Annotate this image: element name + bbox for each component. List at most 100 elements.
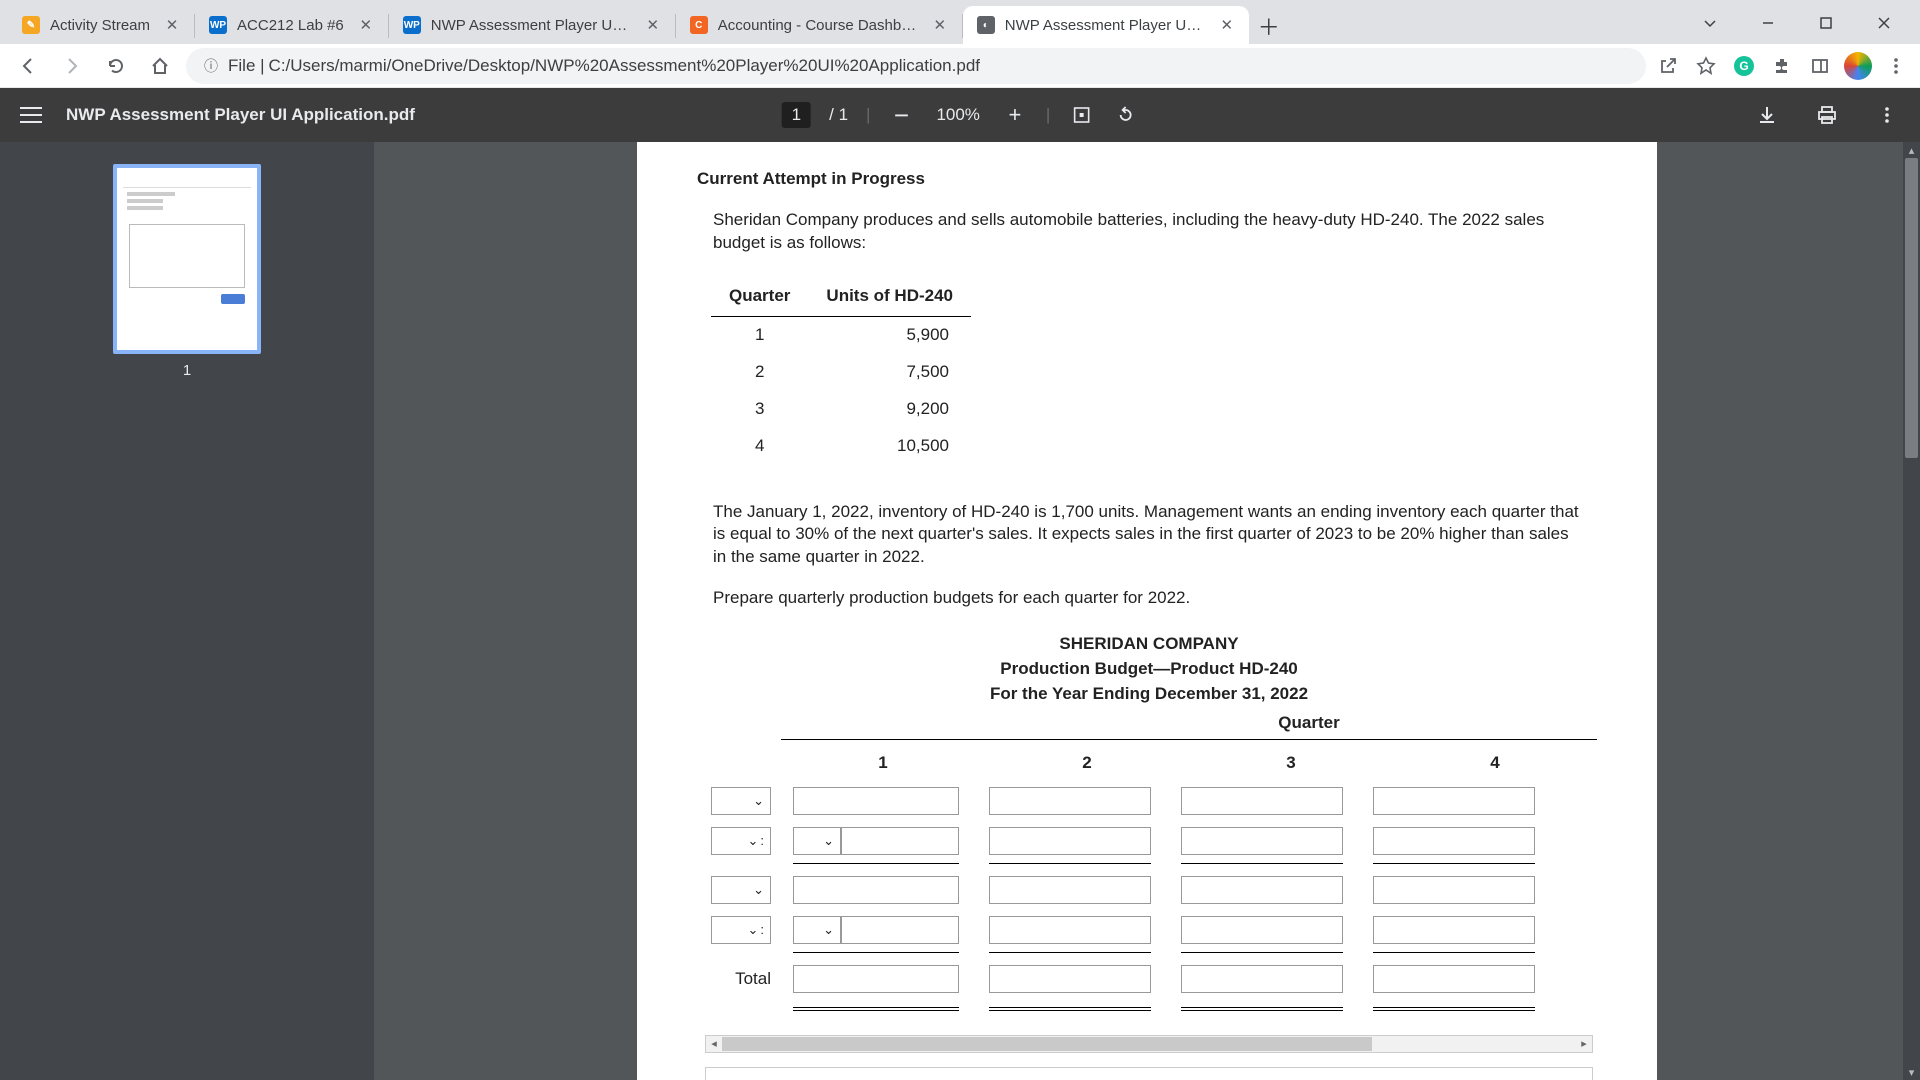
window-controls xyxy=(1682,6,1912,44)
pdf-more-menu-icon[interactable] xyxy=(1874,102,1900,128)
profile-avatar[interactable] xyxy=(1844,52,1872,80)
hscroll-left-arrow-icon[interactable]: ◂ xyxy=(706,1036,722,1052)
pdf-current-page-input[interactable]: 1 xyxy=(782,102,811,128)
nav-home-button[interactable] xyxy=(142,48,178,84)
tab-close-icon[interactable]: ✕ xyxy=(358,17,374,33)
tab-label: ACC212 Lab #6 xyxy=(237,17,344,34)
total-q2-input[interactable] xyxy=(989,965,1151,993)
sales-quarter-cell: 4 xyxy=(711,428,808,465)
zoom-in-button[interactable]: + xyxy=(1002,102,1028,128)
share-icon[interactable] xyxy=(1654,52,1682,80)
pdf-sidebar-toggle-icon[interactable] xyxy=(20,106,52,124)
pdf-page-total: / 1 xyxy=(829,105,848,125)
quarter-group-label: Quarter xyxy=(701,712,1597,735)
row3-q3-input[interactable] xyxy=(1181,876,1343,904)
row4-q4-input[interactable] xyxy=(1373,916,1535,944)
bookmark-star-icon[interactable] xyxy=(1692,52,1720,80)
row2-q1-sign-dropdown[interactable]: ⌄ xyxy=(793,827,841,855)
window-close-button[interactable] xyxy=(1856,6,1912,40)
row2-q3-input[interactable] xyxy=(1181,827,1343,855)
row3-label-dropdown[interactable]: ⌄ xyxy=(711,876,771,904)
sales-row-2: 27,500 xyxy=(711,354,971,391)
row1-q3-input[interactable] xyxy=(1181,787,1343,815)
col-head-4: 4 xyxy=(1393,746,1597,781)
tab-close-icon[interactable]: ✕ xyxy=(932,17,948,33)
total-q4-input[interactable] xyxy=(1373,965,1535,993)
production-budget-section: SHERIDAN COMPANY Production Budget—Produ… xyxy=(701,632,1597,1080)
pdf-page-area[interactable]: Current Attempt in Progress Sheridan Com… xyxy=(374,142,1920,1080)
window-maximize-button[interactable] xyxy=(1798,6,1854,40)
pdf-toolbar: NWP Assessment Player UI Application.pdf… xyxy=(0,88,1920,142)
row4-label-dropdown[interactable]: ⌄: xyxy=(711,916,771,944)
browser-tab-0[interactable]: ✎Activity Stream✕ xyxy=(8,6,194,44)
etextbook-accordion[interactable]: eTextbook and Media xyxy=(705,1067,1593,1080)
download-button[interactable] xyxy=(1754,102,1780,128)
budget-row-3: ⌄ xyxy=(701,876,1597,904)
row2-q2-input[interactable] xyxy=(989,827,1151,855)
fit-page-button[interactable] xyxy=(1068,102,1094,128)
horizontal-scrollbar[interactable]: ◂ ▸ xyxy=(705,1035,1593,1053)
hscroll-thumb[interactable] xyxy=(722,1037,1372,1051)
vertical-scrollbar[interactable]: ▴ ▾ xyxy=(1903,142,1920,1080)
total-q1-input[interactable] xyxy=(793,965,959,993)
side-panel-icon[interactable] xyxy=(1806,52,1834,80)
browser-tab-4[interactable]: ◐NWP Assessment Player UI Appli✕ xyxy=(963,6,1249,44)
tab-close-icon[interactable]: ✕ xyxy=(1219,17,1235,33)
grammarly-extension-icon[interactable]: G xyxy=(1730,52,1758,80)
browser-toolbar: ⓘ File | C:/Users/marmi/OneDrive/Desktop… xyxy=(0,44,1920,88)
print-button[interactable] xyxy=(1814,102,1840,128)
thumbnail-page-number: 1 xyxy=(183,362,191,379)
nav-back-button[interactable] xyxy=(10,48,46,84)
browser-tab-1[interactable]: WPACC212 Lab #6✕ xyxy=(195,6,388,44)
row4-q2-input[interactable] xyxy=(989,916,1151,944)
row1-q4-input[interactable] xyxy=(1373,787,1535,815)
extensions-icon[interactable] xyxy=(1768,52,1796,80)
browser-menu-icon[interactable] xyxy=(1882,52,1910,80)
zoom-out-button[interactable]: − xyxy=(888,102,914,128)
zoom-level[interactable]: 100% xyxy=(932,102,983,128)
tab-close-icon[interactable]: ✕ xyxy=(645,17,661,33)
sales-units-cell: 5,900 xyxy=(808,316,971,353)
pdf-page-1: Current Attempt in Progress Sheridan Com… xyxy=(637,142,1657,1080)
rotate-button[interactable] xyxy=(1112,102,1138,128)
hscroll-right-arrow-icon[interactable]: ▸ xyxy=(1576,1036,1592,1052)
row4-q1-sign-dropdown[interactable]: ⌄ xyxy=(793,916,841,944)
pdf-thumbnail-1[interactable] xyxy=(113,164,261,354)
sales-row-1: 15,900 xyxy=(711,316,971,353)
sales-row-3: 39,200 xyxy=(711,391,971,428)
row4-q3-input[interactable] xyxy=(1181,916,1343,944)
company-name: SHERIDAN COMPANY xyxy=(701,632,1597,657)
budget-column-headers: 1 2 3 4 xyxy=(701,746,1597,781)
row2-label-dropdown[interactable]: ⌄: xyxy=(711,827,771,855)
row2-q4-input[interactable] xyxy=(1373,827,1535,855)
vscroll-thumb[interactable] xyxy=(1905,158,1918,458)
vscroll-up-arrow-icon[interactable]: ▴ xyxy=(1903,142,1920,158)
row4-q1-input[interactable] xyxy=(841,916,959,944)
tab-favicon: C xyxy=(690,16,708,34)
window-minimize-button[interactable] xyxy=(1740,6,1796,40)
browser-tab-3[interactable]: CAccounting - Course Dashboard✕ xyxy=(676,6,962,44)
total-label: Total xyxy=(735,968,771,991)
address-bar[interactable]: ⓘ File | C:/Users/marmi/OneDrive/Desktop… xyxy=(186,48,1646,84)
new-tab-button[interactable]: ＋ xyxy=(1253,10,1285,42)
tab-label: Activity Stream xyxy=(50,17,150,34)
row2-q1-input[interactable] xyxy=(841,827,959,855)
budget-row-1: ⌄ xyxy=(701,787,1597,815)
tab-close-icon[interactable]: ✕ xyxy=(164,17,180,33)
intro-paragraph: Sheridan Company produces and sells auto… xyxy=(713,209,1597,255)
browser-tab-2[interactable]: WPNWP Assessment Player UI Appli✕ xyxy=(389,6,675,44)
row3-q1-input[interactable] xyxy=(793,876,959,904)
row1-label-dropdown[interactable]: ⌄ xyxy=(711,787,771,815)
row1-q2-input[interactable] xyxy=(989,787,1151,815)
budget-row-2: ⌄: ⌄ xyxy=(701,827,1597,855)
vscroll-down-arrow-icon[interactable]: ▾ xyxy=(1903,1064,1920,1080)
tabs-dropdown-button[interactable] xyxy=(1682,6,1738,40)
row3-q2-input[interactable] xyxy=(989,876,1151,904)
nav-forward-button[interactable] xyxy=(54,48,90,84)
nav-reload-button[interactable] xyxy=(98,48,134,84)
url-text: C:/Users/marmi/OneDrive/Desktop/NWP%20As… xyxy=(269,56,980,76)
total-q3-input[interactable] xyxy=(1181,965,1343,993)
row3-q4-input[interactable] xyxy=(1373,876,1535,904)
row1-q1-input[interactable] xyxy=(793,787,959,815)
pdf-viewer: 1 Current Attempt in Progress Sheridan C… xyxy=(0,142,1920,1080)
